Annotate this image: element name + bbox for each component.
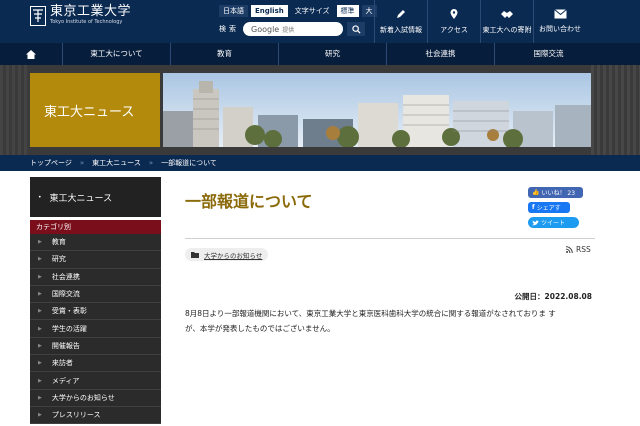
- sidebar-item-announcements[interactable]: ▶ 大学からのお知らせ: [30, 389, 161, 407]
- hero-pattern-right: [591, 65, 640, 155]
- sidebar-item-press-releases[interactable]: ▶ プレスリリース: [30, 406, 161, 425]
- search-bar: 検索 Google 提供: [219, 22, 365, 36]
- search-button[interactable]: [347, 22, 365, 36]
- category-tag[interactable]: 大学からのお知らせ: [185, 248, 269, 261]
- breadcrumb-separator-icon: »: [79, 159, 85, 167]
- sidebar-item-partnership[interactable]: ▶ 社会連携: [30, 268, 161, 286]
- article-body-line: 8月8日より一部報道機関において、東京工業大学と東京医科歯科大学の統合に関する報…: [185, 309, 556, 318]
- campus-photo: [163, 73, 591, 147]
- hero-pattern-left: [0, 65, 30, 155]
- article-body-line: が、本学が発表したものではございません。: [185, 324, 335, 333]
- site-header: 東京工業大学 Tokyo Institute of Technology 日本語…: [0, 0, 640, 43]
- published-date: 公開日：2022.08.08: [514, 292, 592, 301]
- quick-link-donation[interactable]: 東工大への寄附: [480, 0, 533, 43]
- nav-education[interactable]: 教育: [170, 43, 278, 65]
- nav-partnership[interactable]: 社会連携: [386, 43, 494, 65]
- quick-link-access[interactable]: アクセス: [427, 0, 480, 43]
- handshake-icon: [501, 11, 513, 18]
- hero-banner: 東工大ニュース: [0, 65, 640, 155]
- search-input[interactable]: Google 提供: [243, 22, 343, 36]
- sidebar-item-research[interactable]: ▶ 研究: [30, 251, 161, 269]
- breadcrumb-separator-icon: »: [148, 159, 154, 167]
- font-size-label: 文字サイズ: [294, 7, 330, 15]
- pencil-icon: [397, 10, 405, 18]
- lang-english-button[interactable]: English: [251, 5, 288, 17]
- page-title: 一部報道について: [185, 192, 313, 211]
- chevron-right-icon: ▶: [38, 377, 42, 384]
- chevron-right-icon: ▶: [38, 412, 42, 419]
- nav-research[interactable]: 研究: [278, 43, 386, 65]
- map-pin-icon: [450, 9, 458, 19]
- social-buttons: 👍 いいね！ 23 f シェアす ツイート: [528, 187, 583, 228]
- chevron-right-icon: ▶: [38, 256, 42, 263]
- chevron-right-icon: ▶: [38, 394, 42, 401]
- sidebar-heading-label: 東工大ニュース: [49, 193, 113, 204]
- lang-japanese-button[interactable]: 日本語: [219, 5, 248, 17]
- sidebar-item-awards[interactable]: ▶ 受賞・表彰: [30, 303, 161, 321]
- nav-about[interactable]: 東工大について: [62, 43, 170, 65]
- breadcrumb-top[interactable]: トップページ: [30, 158, 72, 168]
- sidebar-item-education[interactable]: ▶ 教育: [30, 234, 161, 252]
- mail-icon: [553, 9, 567, 19]
- sidebar-item-international[interactable]: ▶ 国際交流: [30, 285, 161, 304]
- sidebar-item-event-reports[interactable]: ▶ 開催報告: [30, 337, 161, 356]
- quick-link-admissions[interactable]: 新着入試情報: [374, 0, 427, 43]
- chevron-right-icon: ▶: [38, 342, 42, 349]
- sidebar-category-label: カテゴリ別: [36, 223, 71, 231]
- home-button[interactable]: [0, 49, 62, 59]
- hero-title: 東工大ニュース: [44, 104, 135, 120]
- logo-title: 東京工業大学: [50, 4, 132, 19]
- logo-subtitle: Tokyo Institute of Technology: [50, 19, 123, 25]
- thumbs-up-icon: 👍: [532, 189, 540, 196]
- global-nav: 東工大について 教育 研究 社会連携 国際交流: [0, 43, 640, 65]
- sidebar-item-students[interactable]: ▶ 学生の活躍: [30, 320, 161, 338]
- facebook-share-button[interactable]: f シェアす: [528, 202, 570, 213]
- breadcrumb-current: 一部報道について: [161, 159, 217, 167]
- chevron-right-icon: ▶: [38, 308, 42, 315]
- utility-bar: 日本語 English 文字サイズ 標準 大: [219, 5, 377, 17]
- search-icon: [351, 24, 361, 34]
- logo-emblem-icon: [30, 5, 46, 26]
- breadcrumb-news[interactable]: 東工大ニュース: [92, 158, 141, 168]
- font-standard-button[interactable]: 標準: [336, 5, 359, 17]
- chevron-right-icon: ▶: [38, 273, 42, 280]
- twitter-bird-icon: [532, 219, 539, 225]
- chevron-right-icon: ▶: [38, 239, 42, 246]
- folder-icon: [191, 251, 199, 258]
- rss-label: RSS: [576, 245, 591, 254]
- rss-link[interactable]: RSS: [566, 245, 591, 254]
- nav-international[interactable]: 国際交流: [494, 43, 602, 65]
- sidebar: • 東工大ニュース カテゴリ別 ▶ 教育 ▶ 研究 ▶ 社会連携 ▶ 国際交流 ▶ 受賞・…: [30, 177, 161, 426]
- sidebar-category-header: カテゴリ別: [30, 220, 161, 234]
- bullet-icon: •: [38, 193, 42, 201]
- site-logo[interactable]: 東京工業大学 Tokyo Institute of Technology: [30, 5, 131, 26]
- quick-link-label: 新着入試情報: [380, 26, 422, 34]
- quick-link-label: 東工大への寄附: [482, 26, 532, 34]
- quick-link-label: お問い合わせ: [539, 25, 581, 33]
- quick-link-label: アクセス: [440, 26, 468, 34]
- hero-title-box: 東工大ニュース: [30, 73, 160, 147]
- rss-icon: [566, 246, 573, 253]
- quick-link-contact[interactable]: お問い合わせ: [533, 0, 586, 43]
- search-placeholder: 提供: [282, 26, 295, 34]
- search-label: 検索: [219, 25, 239, 33]
- quick-links: 新着入試情報 アクセス 東工大への寄附 お問い合わせ: [374, 0, 586, 43]
- home-icon: [26, 49, 36, 59]
- chevron-right-icon: ▶: [38, 291, 42, 298]
- chevron-right-icon: ▶: [38, 325, 42, 332]
- sidebar-item-media[interactable]: ▶ メディア: [30, 372, 161, 390]
- category-tag-label: 大学からのお知らせ: [204, 251, 263, 260]
- chevron-right-icon: ▶: [38, 360, 42, 367]
- google-logo: Google: [251, 24, 280, 34]
- sidebar-item-visitors[interactable]: ▶ 来訪者: [30, 355, 161, 373]
- twitter-tweet-button[interactable]: ツイート: [528, 217, 579, 228]
- title-divider: [185, 238, 595, 239]
- breadcrumb: トップページ » 東工大ニュース » 一部報道について: [0, 155, 640, 171]
- facebook-like-button[interactable]: 👍 いいね！ 23: [528, 187, 583, 198]
- facebook-icon: f: [532, 204, 535, 211]
- article-body: 8月8日より一部報道機関において、東京工業大学と東京医科歯科大学の統合に関する報…: [185, 306, 593, 336]
- sidebar-heading[interactable]: • 東工大ニュース: [30, 177, 161, 217]
